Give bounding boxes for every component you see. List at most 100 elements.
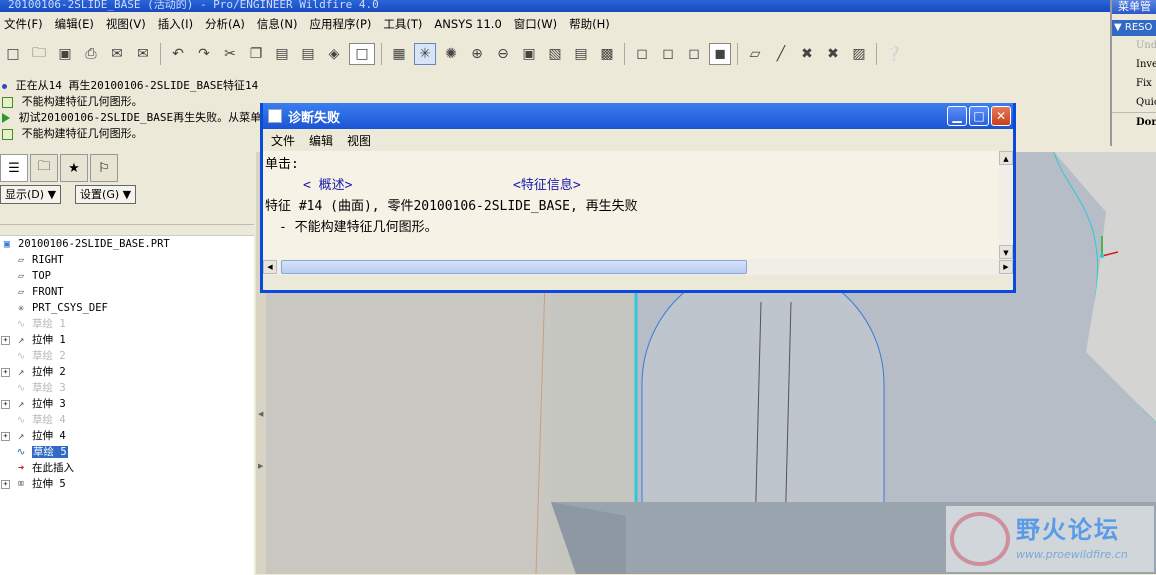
- zoom-in-icon[interactable]: ⊕: [466, 43, 488, 65]
- expand-icon[interactable]: +: [1, 336, 10, 345]
- wireframe-icon[interactable]: ◻: [631, 43, 653, 65]
- tree-item-right[interactable]: ▱ RIGHT: [0, 252, 254, 268]
- datum-planes-icon[interactable]: ▱: [744, 43, 766, 65]
- vertical-scrollbar[interactable]: ▲ ▼: [999, 151, 1013, 259]
- context-help-icon[interactable]: ❔: [883, 43, 905, 65]
- expand-icon[interactable]: +: [1, 480, 10, 489]
- tree-item-insert-here[interactable]: ➜ 在此插入: [0, 460, 254, 476]
- menu-item-fix[interactable]: Fix: [1112, 74, 1156, 93]
- spin-center-icon[interactable]: ✳: [414, 43, 436, 65]
- menu-item-quick-fix[interactable]: Quic: [1112, 93, 1156, 112]
- dialog-menu-file[interactable]: 文件: [271, 132, 295, 149]
- repaint-icon[interactable]: ▦: [388, 43, 410, 65]
- tree-item-extrude-3[interactable]: + ↗ 拉伸 3: [0, 396, 254, 412]
- menu-item-investigate[interactable]: Inve: [1112, 55, 1156, 74]
- summary-link[interactable]: < 概述>: [303, 174, 352, 193]
- datum-axes-icon[interactable]: ╱: [770, 43, 792, 65]
- extrude-icon: ↗: [17, 430, 25, 442]
- tree-item-sketch-5[interactable]: ∿ 草绘 5: [0, 444, 254, 460]
- toolbar-divider: [381, 43, 382, 65]
- menu-info[interactable]: 信息(N): [257, 16, 306, 32]
- tree-item-sketch-4[interactable]: ∿ 草绘 4: [0, 412, 254, 428]
- tree-item-sketch-1[interactable]: ∿ 草绘 1: [0, 316, 254, 332]
- tree-item-extrude-2[interactable]: + ↗ 拉伸 2: [0, 364, 254, 380]
- email-link-icon[interactable]: ✉: [132, 43, 154, 65]
- layers-icon[interactable]: ▩: [596, 43, 618, 65]
- tree-item-extrude-5[interactable]: + ⌧ 拉伸 5: [0, 476, 254, 492]
- show-dropdown[interactable]: 显示(D) ▼: [0, 184, 62, 204]
- scroll-left-icon[interactable]: ◀: [263, 260, 277, 274]
- expand-arrow-icon[interactable]: ▶: [258, 462, 263, 470]
- tree-item-csys[interactable]: ✳ PRT_CSYS_DEF: [0, 300, 254, 316]
- paste-special-icon[interactable]: ▤: [297, 43, 319, 65]
- menu-insert[interactable]: 插入(I): [158, 16, 201, 32]
- scroll-right-icon[interactable]: ▶: [999, 260, 1013, 274]
- menu-file[interactable]: 文件(F): [4, 16, 51, 32]
- datum-plane-icon: ▱: [17, 254, 25, 266]
- favorites-tab-icon[interactable]: ★: [60, 154, 88, 182]
- menu-view[interactable]: 视图(V): [106, 16, 154, 32]
- tree-item-sketch-3[interactable]: ∿ 草绘 3: [0, 380, 254, 396]
- menu-applications[interactable]: 应用程序(P): [309, 16, 379, 32]
- redo-icon[interactable]: ↷: [193, 43, 215, 65]
- dialog-menu-view[interactable]: 视图: [347, 132, 371, 149]
- maximize-button[interactable]: □: [969, 106, 989, 126]
- open-folder-icon[interactable]: 🗀: [28, 43, 50, 65]
- dialog-menu-edit[interactable]: 编辑: [309, 132, 333, 149]
- collapse-arrow-icon[interactable]: ◀: [258, 410, 263, 418]
- cut-icon[interactable]: ✂: [219, 43, 241, 65]
- tree-item-extrude-4[interactable]: + ↗ 拉伸 4: [0, 428, 254, 444]
- dialog-title-bar[interactable]: 诊断失败 ▁ □ ✕: [263, 103, 1013, 129]
- menu-analysis[interactable]: 分析(A): [205, 16, 253, 32]
- resolve-header[interactable]: ▼ RESO: [1112, 20, 1156, 36]
- coordinate-systems-icon[interactable]: ✖: [822, 43, 844, 65]
- close-button[interactable]: ✕: [991, 106, 1011, 126]
- menu-help[interactable]: 帮助(H): [569, 16, 618, 32]
- feature-info-link[interactable]: <特征信息>: [513, 174, 581, 193]
- menu-edit[interactable]: 编辑(E): [55, 16, 102, 32]
- tree-item-extrude-1[interactable]: + ↗ 拉伸 1: [0, 332, 254, 348]
- tree-item-front[interactable]: ▱ FRONT: [0, 284, 254, 300]
- menu-item-done[interactable]: Don: [1112, 112, 1156, 132]
- shading-icon[interactable]: ◼: [709, 43, 731, 65]
- menu-tools[interactable]: 工具(T): [383, 16, 430, 32]
- tree-item-sketch-2[interactable]: ∿ 草绘 2: [0, 348, 254, 364]
- orient-icon[interactable]: ✺: [440, 43, 462, 65]
- undo-icon[interactable]: ↶: [167, 43, 189, 65]
- connections-tab-icon[interactable]: ⚐: [90, 154, 118, 182]
- expand-icon[interactable]: +: [1, 400, 10, 409]
- zoom-out-icon[interactable]: ⊖: [492, 43, 514, 65]
- annotations-icon[interactable]: ▨: [848, 43, 870, 65]
- find-icon[interactable]: ◈: [323, 43, 345, 65]
- reorient-icon[interactable]: ▧: [544, 43, 566, 65]
- folder-browser-tab-icon[interactable]: 🗀: [30, 154, 58, 182]
- tree-item-top[interactable]: ▱ TOP: [0, 268, 254, 284]
- refit-icon[interactable]: ▣: [518, 43, 540, 65]
- email-icon[interactable]: ✉: [106, 43, 128, 65]
- tree-item-part[interactable]: ▣ 20100106-2SLIDE_BASE.PRT: [0, 236, 254, 252]
- model-tree-tab-icon[interactable]: ☰: [0, 154, 28, 182]
- save-icon[interactable]: ▣: [54, 43, 76, 65]
- horizontal-scrollbar[interactable]: ◀ ▶: [263, 259, 1013, 275]
- copy-icon[interactable]: ❐: [245, 43, 267, 65]
- saved-views-icon[interactable]: ▤: [570, 43, 592, 65]
- paste-icon[interactable]: ▤: [271, 43, 293, 65]
- scroll-thumb[interactable]: [281, 260, 747, 274]
- model-tree-panel: ☰ 🗀 ★ ⚐ 显示(D) ▼ 设置(G) ▼ ▣ 20100106-2SLIDE…: [0, 152, 256, 575]
- no-hidden-icon[interactable]: ◻: [683, 43, 705, 65]
- expand-icon[interactable]: +: [1, 432, 10, 441]
- menu-ansys[interactable]: ANSYS 11.0: [434, 17, 509, 31]
- scroll-down-icon[interactable]: ▼: [999, 245, 1013, 259]
- menu-window[interactable]: 窗口(W): [514, 16, 565, 32]
- settings-dropdown[interactable]: 设置(G) ▼: [75, 184, 137, 204]
- expand-icon[interactable]: +: [1, 368, 10, 377]
- select-box-icon[interactable]: □: [349, 43, 375, 65]
- hidden-line-icon[interactable]: ◻: [657, 43, 679, 65]
- scroll-up-icon[interactable]: ▲: [999, 151, 1013, 165]
- print-icon[interactable]: ⎙: [80, 43, 102, 65]
- menu-item-undo[interactable]: Undo: [1112, 36, 1156, 55]
- new-file-icon[interactable]: □: [2, 43, 24, 65]
- chevron-down-icon: ▼: [1114, 22, 1122, 33]
- datum-points-icon[interactable]: ✖: [796, 43, 818, 65]
- minimize-button[interactable]: ▁: [947, 106, 967, 126]
